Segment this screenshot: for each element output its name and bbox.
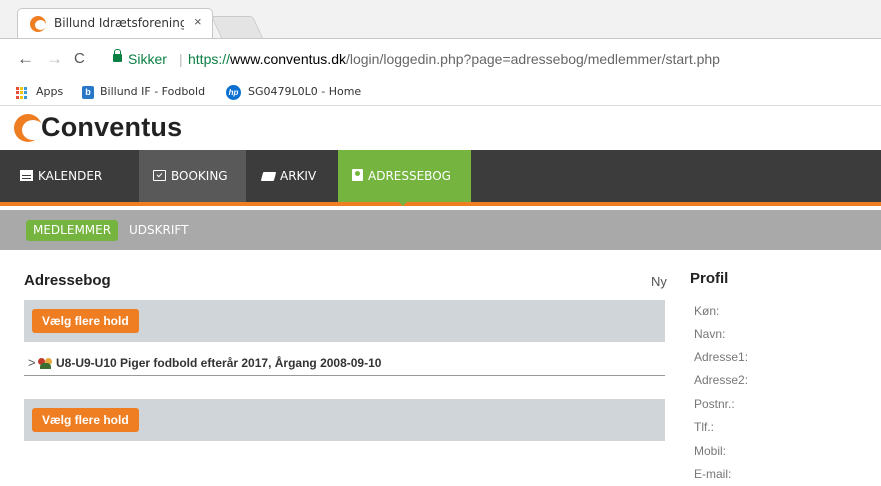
url-text: https://www.conventus.dk/login/loggedin.… <box>188 51 720 67</box>
profile-field-email: E-mail: <box>694 467 732 481</box>
new-contact-link[interactable]: Ny <box>651 274 667 289</box>
back-icon[interactable]: ← <box>17 49 34 69</box>
lock-icon <box>113 49 122 62</box>
profile-field-gender: Køn: <box>694 304 720 318</box>
reload-icon[interactable]: C <box>74 50 85 67</box>
bookmarks-bar: Apps b Billund IF - Fodbold hp SG0479L0L… <box>0 80 881 106</box>
sub-nav: MEDLEMMER UDSKRIFT <box>0 210 881 250</box>
nav-item-kalender[interactable]: KALENDER <box>20 150 102 202</box>
select-teams-button-bottom[interactable]: Vælg flere hold <box>32 408 139 432</box>
conventus-favicon-icon <box>30 16 46 32</box>
select-teams-panel-bottom: Vælg flere hold <box>24 399 665 441</box>
group-row[interactable]: > U8-U9-U10 Piger fodbold efterår 2017, … <box>24 352 665 376</box>
nav-item-adressebog[interactable]: ADRESSEBOG <box>338 150 471 206</box>
page-title: Adressebog <box>24 272 111 289</box>
address-book-icon <box>352 169 363 181</box>
conventus-logo-icon <box>14 114 44 142</box>
calendar-icon <box>20 170 33 181</box>
tab-title: Billund Idrætsforening (B <box>54 16 184 30</box>
apps-grid-icon[interactable] <box>16 87 28 99</box>
subnav-medlemmer[interactable]: MEDLEMMER <box>26 220 119 241</box>
profile-field-address1: Adresse1: <box>694 350 749 364</box>
nav-label: BOOKING <box>171 169 228 183</box>
select-teams-button-top[interactable]: Vælg flere hold <box>32 309 139 333</box>
logo-text: Conventus <box>41 112 183 142</box>
profile-field-mobile: Mobil: <box>694 444 727 458</box>
calendar-check-icon <box>153 170 166 181</box>
group-label: U8-U9-U10 Piger fodbold efterår 2017, År… <box>56 356 382 370</box>
profile-field-phone: Tlf.: <box>694 420 714 434</box>
nav-item-arkiv[interactable]: ARKIV <box>248 150 316 202</box>
subnav-udskrift[interactable]: UDSKRIFT <box>125 220 195 241</box>
nav-label: ARKIV <box>280 169 317 183</box>
url-separator: | <box>179 51 183 67</box>
group-people-icon <box>38 358 54 369</box>
url-path: /login/loggedin.php?page=adressebog/medl… <box>345 51 720 67</box>
nav-label: KALENDER <box>38 169 103 183</box>
browser-tabstrip: Billund Idrætsforening (B × <box>0 0 881 38</box>
secure-label: Sikker <box>128 51 167 67</box>
browser-tab[interactable]: Billund Idrætsforening (B × <box>17 8 213 38</box>
bookmark-sg-home[interactable]: SG0479L0L0 - Home <box>248 85 361 98</box>
hp-bookmark-icon: hp <box>226 85 241 100</box>
nav-label: ADRESSEBOG <box>368 169 451 183</box>
url-field[interactable]: Sikker | https://www.conventus.dk/login/… <box>104 45 881 75</box>
url-host: www.conventus.dk <box>230 51 346 67</box>
chevron-right-icon: > <box>28 355 36 370</box>
new-tab-button[interactable] <box>210 16 264 38</box>
bookmark-billund-if[interactable]: Billund IF - Fodbold <box>100 85 205 98</box>
forward-icon[interactable]: → <box>46 49 63 69</box>
address-bar: ← → C Sikker | https://www.conventus.dk/… <box>0 38 881 80</box>
profile-field-address2: Adresse2: <box>694 373 749 387</box>
nav-item-booking[interactable]: BOOKING <box>139 150 246 202</box>
bookmark-apps[interactable]: Apps <box>36 85 63 98</box>
main-nav: KALENDER BOOKING ARKIV ADRESSEBOG <box>0 150 881 206</box>
tab-close-icon[interactable]: × <box>194 14 202 29</box>
profile-field-postcode: Postnr.: <box>694 397 735 411</box>
profile-title: Profil <box>690 270 729 287</box>
billund-bookmark-icon: b <box>82 86 94 99</box>
folder-icon <box>260 172 277 181</box>
url-scheme: https:// <box>188 51 231 67</box>
profile-field-name: Navn: <box>694 327 726 341</box>
select-teams-panel-top: Vælg flere hold <box>24 300 665 342</box>
